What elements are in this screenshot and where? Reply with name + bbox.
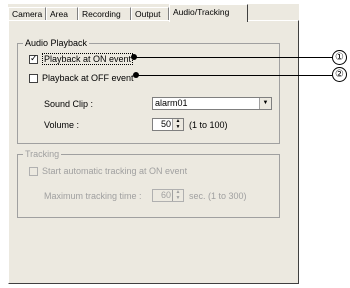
auto-tracking-checkbox[interactable]: Start automatic tracking at ON event bbox=[29, 165, 187, 177]
volume-label: Volume : bbox=[44, 120, 80, 130]
tab-recording[interactable]: Recording bbox=[78, 7, 131, 20]
playback-on-event-checkbox[interactable]: Playback at ON event bbox=[29, 53, 134, 65]
spinner-arrows-icon[interactable]: ▲ ▼ bbox=[172, 118, 183, 130]
checkbox-disabled[interactable] bbox=[29, 167, 38, 177]
tab-area[interactable]: Area bbox=[46, 7, 78, 20]
callout-2-line bbox=[137, 75, 332, 76]
max-tracking-time-unit: sec. (1 to 300) bbox=[189, 191, 247, 201]
max-tracking-time-value: 60 bbox=[160, 190, 171, 200]
sound-clip-label: Sound Clip : bbox=[44, 99, 94, 109]
max-tracking-time-label: Maximum tracking time : bbox=[44, 191, 142, 201]
tab-audio-tracking[interactable]: Audio/Tracking bbox=[169, 4, 248, 22]
playback-off-event-checkbox[interactable]: Playback at OFF event bbox=[29, 72, 134, 84]
checkbox-unchecked[interactable] bbox=[29, 74, 38, 84]
playback-on-event-label: Playback at ON event bbox=[42, 53, 134, 65]
callout-1-line bbox=[135, 57, 332, 58]
playback-off-event-label: Playback at OFF event bbox=[42, 73, 134, 83]
volume-range-label: (1 to 100) bbox=[189, 120, 228, 130]
audio-playback-title: Audio Playback bbox=[23, 38, 90, 49]
max-tracking-time-spinner[interactable]: 60 ▲ ▼ bbox=[152, 189, 184, 202]
auto-tracking-label: Start automatic tracking at ON event bbox=[42, 166, 188, 176]
volume-value: 50 bbox=[160, 119, 171, 129]
sound-clip-select[interactable]: alarm01 ▼ bbox=[152, 97, 272, 110]
tab-strip: Camera Area Recording Output Audio/Track… bbox=[8, 4, 299, 22]
callout-1-number: ① bbox=[332, 50, 347, 65]
audio-playback-group: Audio Playback Playback at ON event Play… bbox=[17, 38, 280, 144]
tracking-title: Tracking bbox=[23, 149, 62, 160]
tab-page-audio-tracking: Audio Playback Playback at ON event Play… bbox=[8, 20, 299, 284]
sound-clip-value: alarm01 bbox=[155, 98, 188, 108]
tracking-group: Tracking Start automatic tracking at ON … bbox=[17, 149, 280, 218]
volume-spinner[interactable]: 50 ▲ ▼ bbox=[152, 118, 184, 131]
checkbox-checked[interactable] bbox=[29, 53, 38, 65]
callout-2-number: ② bbox=[332, 67, 347, 82]
spinner-arrows-icon[interactable]: ▲ ▼ bbox=[172, 189, 183, 201]
dropdown-arrow-icon[interactable]: ▼ bbox=[259, 98, 271, 109]
tab-camera[interactable]: Camera bbox=[8, 7, 46, 20]
tab-output[interactable]: Output bbox=[131, 7, 169, 20]
audio-tracking-dialog: Camera Area Recording Output Audio/Track… bbox=[8, 4, 299, 284]
